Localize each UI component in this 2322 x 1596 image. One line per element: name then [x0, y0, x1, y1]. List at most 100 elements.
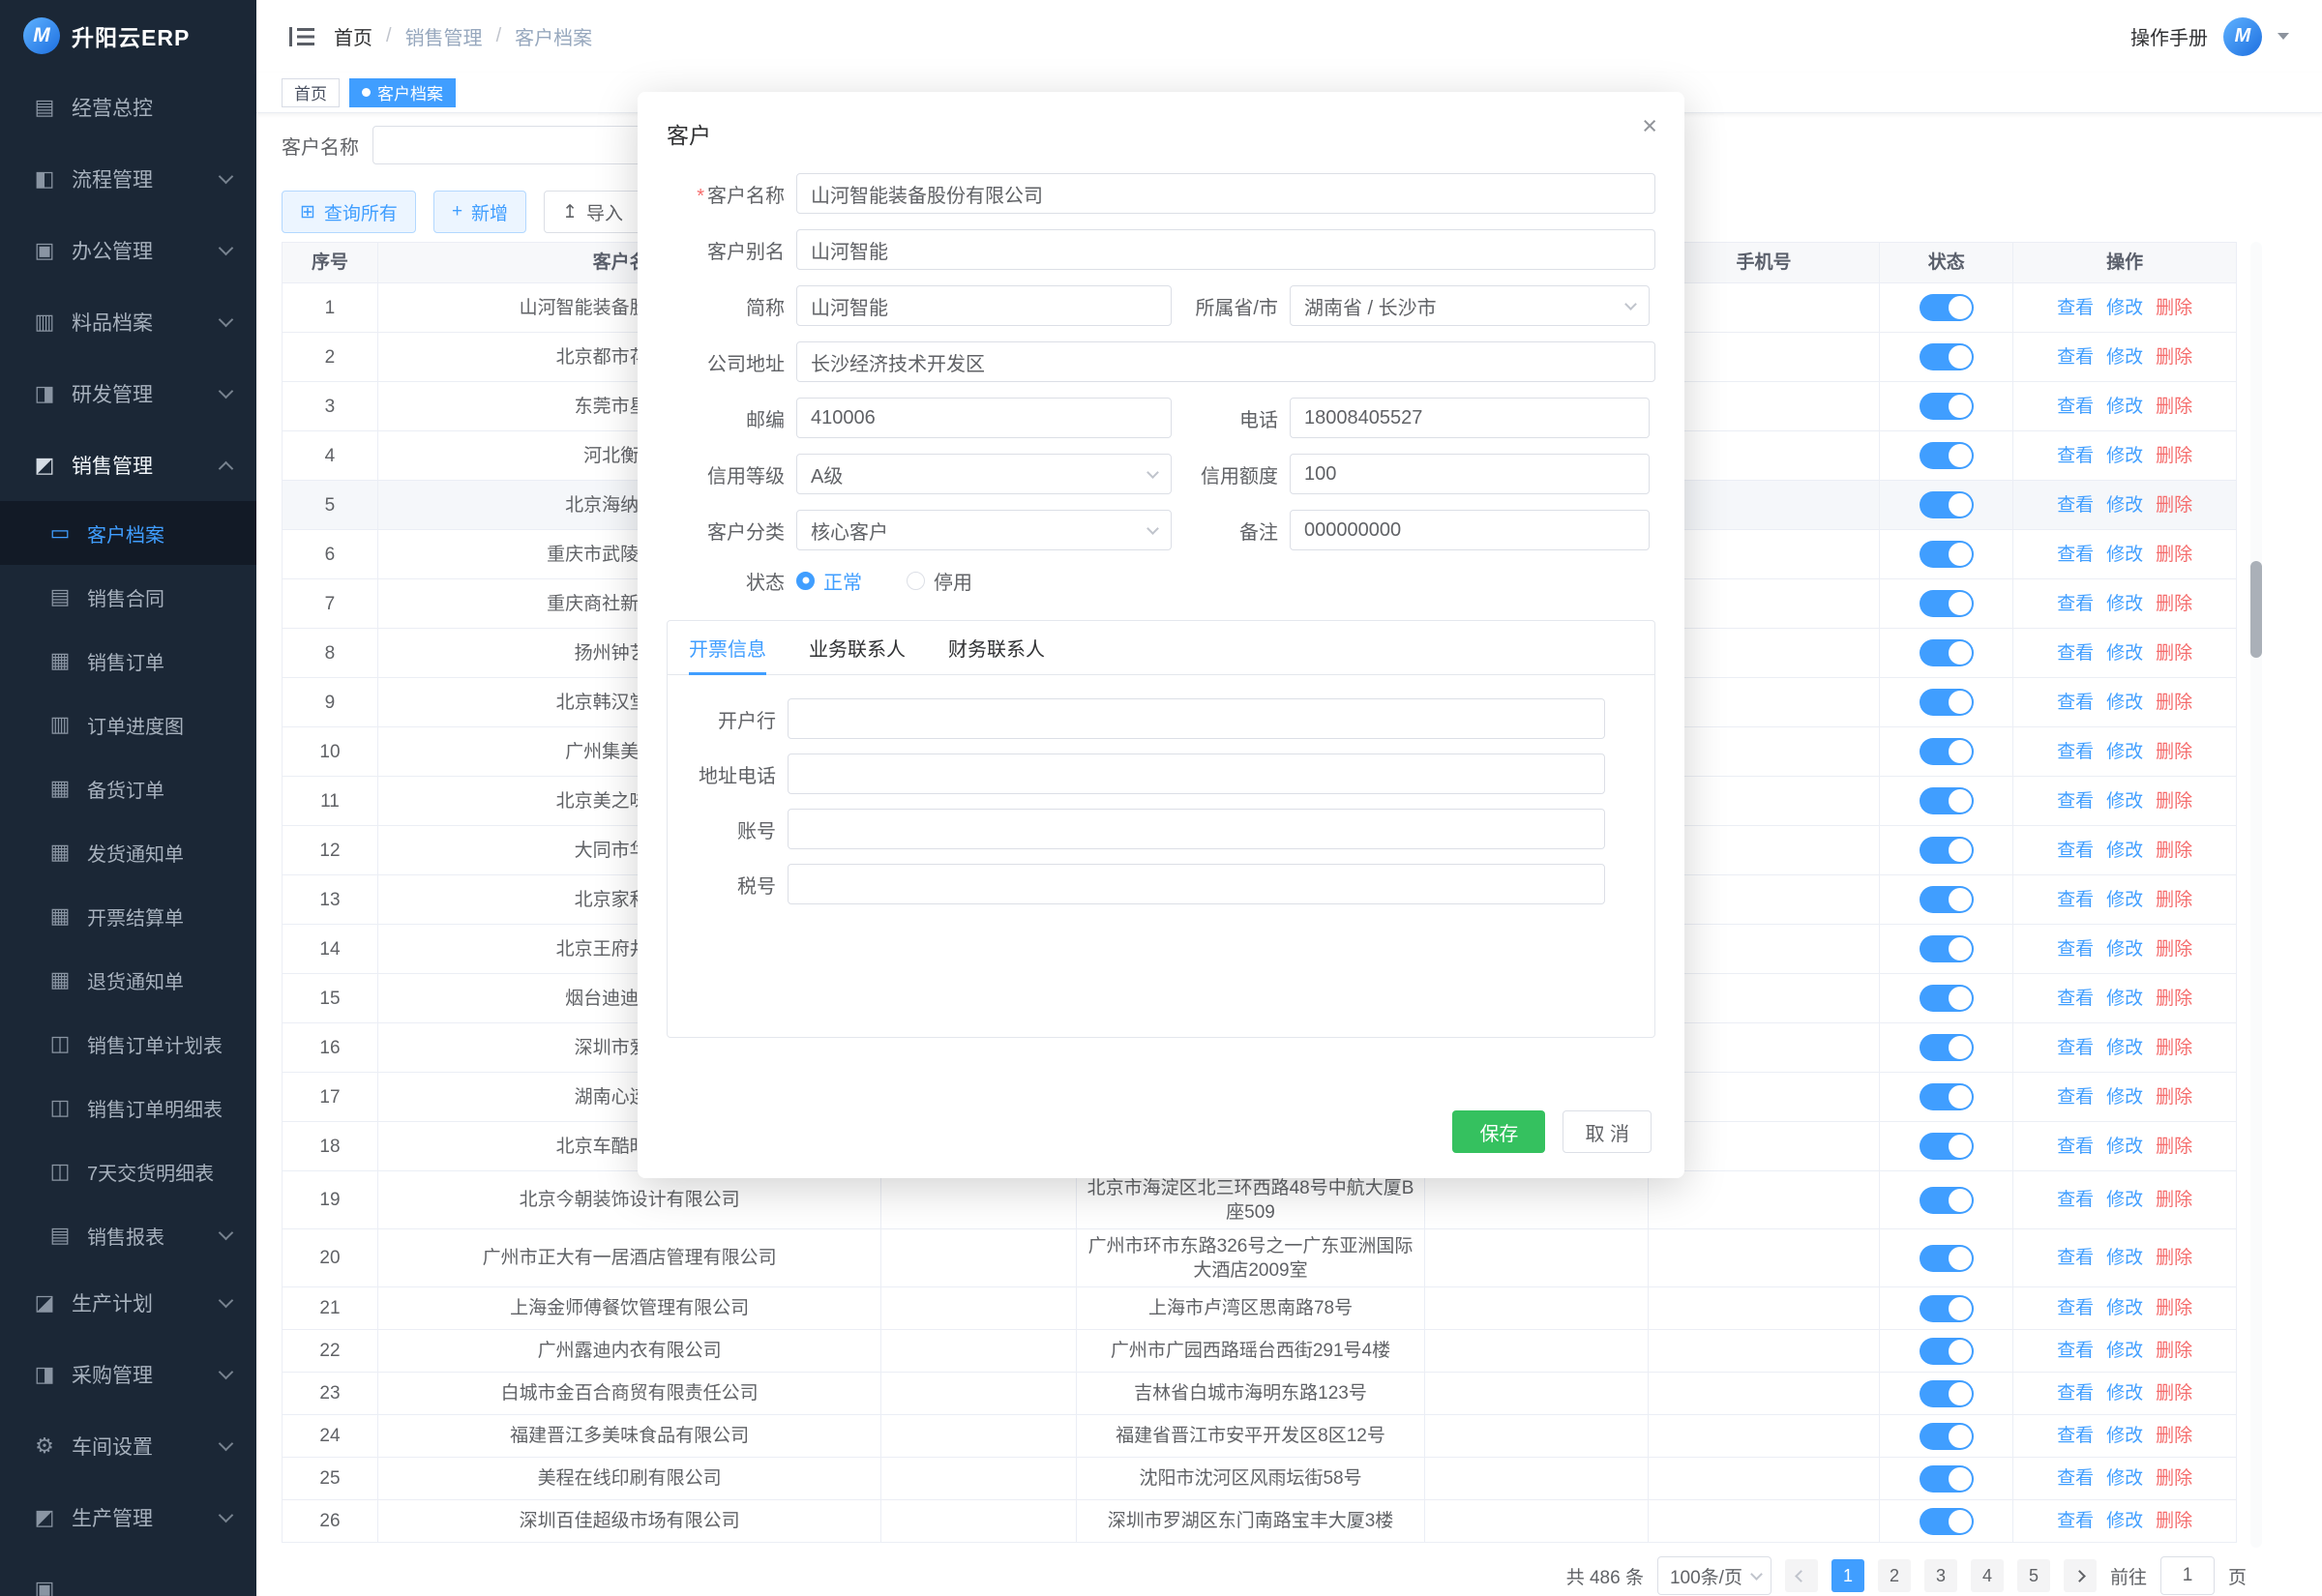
- view-link[interactable]: 查看: [2057, 789, 2094, 813]
- route-tag[interactable]: 首页: [282, 78, 340, 107]
- page-size-select[interactable]: 100条/页: [1657, 1556, 1771, 1595]
- sidebar-item[interactable]: ◪ 生产计划: [0, 1267, 256, 1339]
- view-link[interactable]: 查看: [2057, 1036, 2094, 1060]
- edit-link[interactable]: 修改: [2106, 1466, 2143, 1491]
- status-toggle[interactable]: [1920, 1465, 1974, 1493]
- page-button[interactable]: 5: [2017, 1559, 2050, 1592]
- delete-link[interactable]: 删除: [2156, 592, 2192, 616]
- status-toggle[interactable]: [1920, 1083, 1974, 1110]
- goto-page-input[interactable]: [2160, 1556, 2215, 1595]
- sidebar-item[interactable]: ⚙ 车间设置: [0, 1410, 256, 1482]
- edit-link[interactable]: 修改: [2106, 1424, 2143, 1448]
- delete-link[interactable]: 删除: [2156, 789, 2192, 813]
- sidebar-item[interactable]: ◫ 销售订单计划表: [0, 1012, 256, 1076]
- page-button[interactable]: 4: [1971, 1559, 2004, 1592]
- sidebar-item[interactable]: ▦ 退货通知单: [0, 948, 256, 1012]
- edit-link[interactable]: 修改: [2106, 296, 2143, 320]
- tab-business-contact[interactable]: 业务联系人: [809, 621, 906, 674]
- edit-link[interactable]: 修改: [2106, 395, 2143, 419]
- tab-invoice-info[interactable]: 开票信息: [689, 621, 766, 674]
- credit-limit-input[interactable]: [1290, 454, 1650, 494]
- view-link[interactable]: 查看: [2057, 296, 2094, 320]
- view-link[interactable]: 查看: [2057, 1246, 2094, 1270]
- invoice-field-input[interactable]: [788, 864, 1605, 904]
- status-toggle[interactable]: [1920, 1380, 1974, 1407]
- edit-link[interactable]: 修改: [2106, 1381, 2143, 1405]
- delete-link[interactable]: 删除: [2156, 888, 2192, 912]
- sidebar-item[interactable]: ◧ 流程管理: [0, 143, 256, 215]
- edit-link[interactable]: 修改: [2106, 1135, 2143, 1159]
- page-button[interactable]: 3: [1924, 1559, 1957, 1592]
- delete-link[interactable]: 删除: [2156, 1246, 2192, 1270]
- view-link[interactable]: 查看: [2057, 1509, 2094, 1533]
- view-link[interactable]: 查看: [2057, 493, 2094, 517]
- delete-link[interactable]: 删除: [2156, 1188, 2192, 1212]
- delete-link[interactable]: 删除: [2156, 493, 2192, 517]
- delete-link[interactable]: 删除: [2156, 1135, 2192, 1159]
- phone-input[interactable]: [1290, 398, 1650, 438]
- prev-page-button[interactable]: [1785, 1559, 1818, 1592]
- invoice-field-input[interactable]: [788, 698, 1605, 739]
- status-toggle[interactable]: [1920, 1245, 1974, 1272]
- edit-link[interactable]: 修改: [2106, 493, 2143, 517]
- sidebar-item[interactable]: ◩ 生产管理: [0, 1482, 256, 1553]
- view-link[interactable]: 查看: [2057, 1424, 2094, 1448]
- edit-link[interactable]: 修改: [2106, 444, 2143, 468]
- status-toggle[interactable]: [1920, 935, 1974, 962]
- edit-link[interactable]: 修改: [2106, 1296, 2143, 1320]
- route-tag[interactable]: 客户档案: [349, 78, 456, 107]
- delete-link[interactable]: 删除: [2156, 937, 2192, 961]
- delete-link[interactable]: 删除: [2156, 1509, 2192, 1533]
- save-button[interactable]: 保存: [1452, 1110, 1545, 1153]
- sidebar-item[interactable]: ◫ 7天交货明细表: [0, 1139, 256, 1203]
- view-link[interactable]: 查看: [2057, 1296, 2094, 1320]
- next-page-button[interactable]: [2064, 1559, 2097, 1592]
- edit-link[interactable]: 修改: [2106, 937, 2143, 961]
- view-link[interactable]: 查看: [2057, 543, 2094, 567]
- view-link[interactable]: 查看: [2057, 1135, 2094, 1159]
- manual-link[interactable]: 操作手册: [2130, 22, 2208, 50]
- view-link[interactable]: 查看: [2057, 592, 2094, 616]
- edit-link[interactable]: 修改: [2106, 1339, 2143, 1363]
- sidebar-item[interactable]: ▣: [0, 1553, 256, 1596]
- edit-link[interactable]: 修改: [2106, 691, 2143, 715]
- view-link[interactable]: 查看: [2057, 395, 2094, 419]
- delete-link[interactable]: 删除: [2156, 987, 2192, 1011]
- sidebar-item[interactable]: ▥ 料品档案: [0, 286, 256, 358]
- radio-normal[interactable]: 正常: [796, 567, 862, 595]
- delete-link[interactable]: 删除: [2156, 395, 2192, 419]
- status-toggle[interactable]: [1920, 541, 1974, 568]
- status-toggle[interactable]: [1920, 837, 1974, 864]
- delete-link[interactable]: 删除: [2156, 345, 2192, 369]
- avatar[interactable]: M: [2223, 17, 2262, 56]
- delete-link[interactable]: 删除: [2156, 1036, 2192, 1060]
- page-button[interactable]: 2: [1878, 1559, 1911, 1592]
- delete-link[interactable]: 删除: [2156, 1339, 2192, 1363]
- edit-link[interactable]: 修改: [2106, 1036, 2143, 1060]
- status-toggle[interactable]: [1920, 294, 1974, 321]
- edit-link[interactable]: 修改: [2106, 543, 2143, 567]
- sidebar-item[interactable]: ▦ 备货订单: [0, 756, 256, 820]
- status-toggle[interactable]: [1920, 1423, 1974, 1450]
- cancel-button[interactable]: 取 消: [1563, 1110, 1652, 1153]
- delete-link[interactable]: 删除: [2156, 444, 2192, 468]
- breadcrumb-sales[interactable]: 销售管理: [405, 22, 483, 50]
- edit-link[interactable]: 修改: [2106, 345, 2143, 369]
- view-link[interactable]: 查看: [2057, 1381, 2094, 1405]
- view-link[interactable]: 查看: [2057, 1085, 2094, 1109]
- tab-finance-contact[interactable]: 财务联系人: [948, 621, 1045, 674]
- view-link[interactable]: 查看: [2057, 740, 2094, 764]
- breadcrumb-home[interactable]: 首页: [334, 22, 372, 50]
- status-toggle[interactable]: [1920, 1508, 1974, 1535]
- sidebar-item[interactable]: ◫ 销售订单明细表: [0, 1076, 256, 1139]
- delete-link[interactable]: 删除: [2156, 839, 2192, 863]
- view-link[interactable]: 查看: [2057, 1339, 2094, 1363]
- delete-link[interactable]: 删除: [2156, 543, 2192, 567]
- status-toggle[interactable]: [1920, 590, 1974, 617]
- collapse-sidebar-icon[interactable]: [289, 26, 314, 47]
- edit-link[interactable]: 修改: [2106, 1188, 2143, 1212]
- status-toggle[interactable]: [1920, 639, 1974, 666]
- status-toggle[interactable]: [1920, 1187, 1974, 1214]
- status-toggle[interactable]: [1920, 787, 1974, 814]
- sidebar-item[interactable]: ◩ 销售管理: [0, 429, 256, 501]
